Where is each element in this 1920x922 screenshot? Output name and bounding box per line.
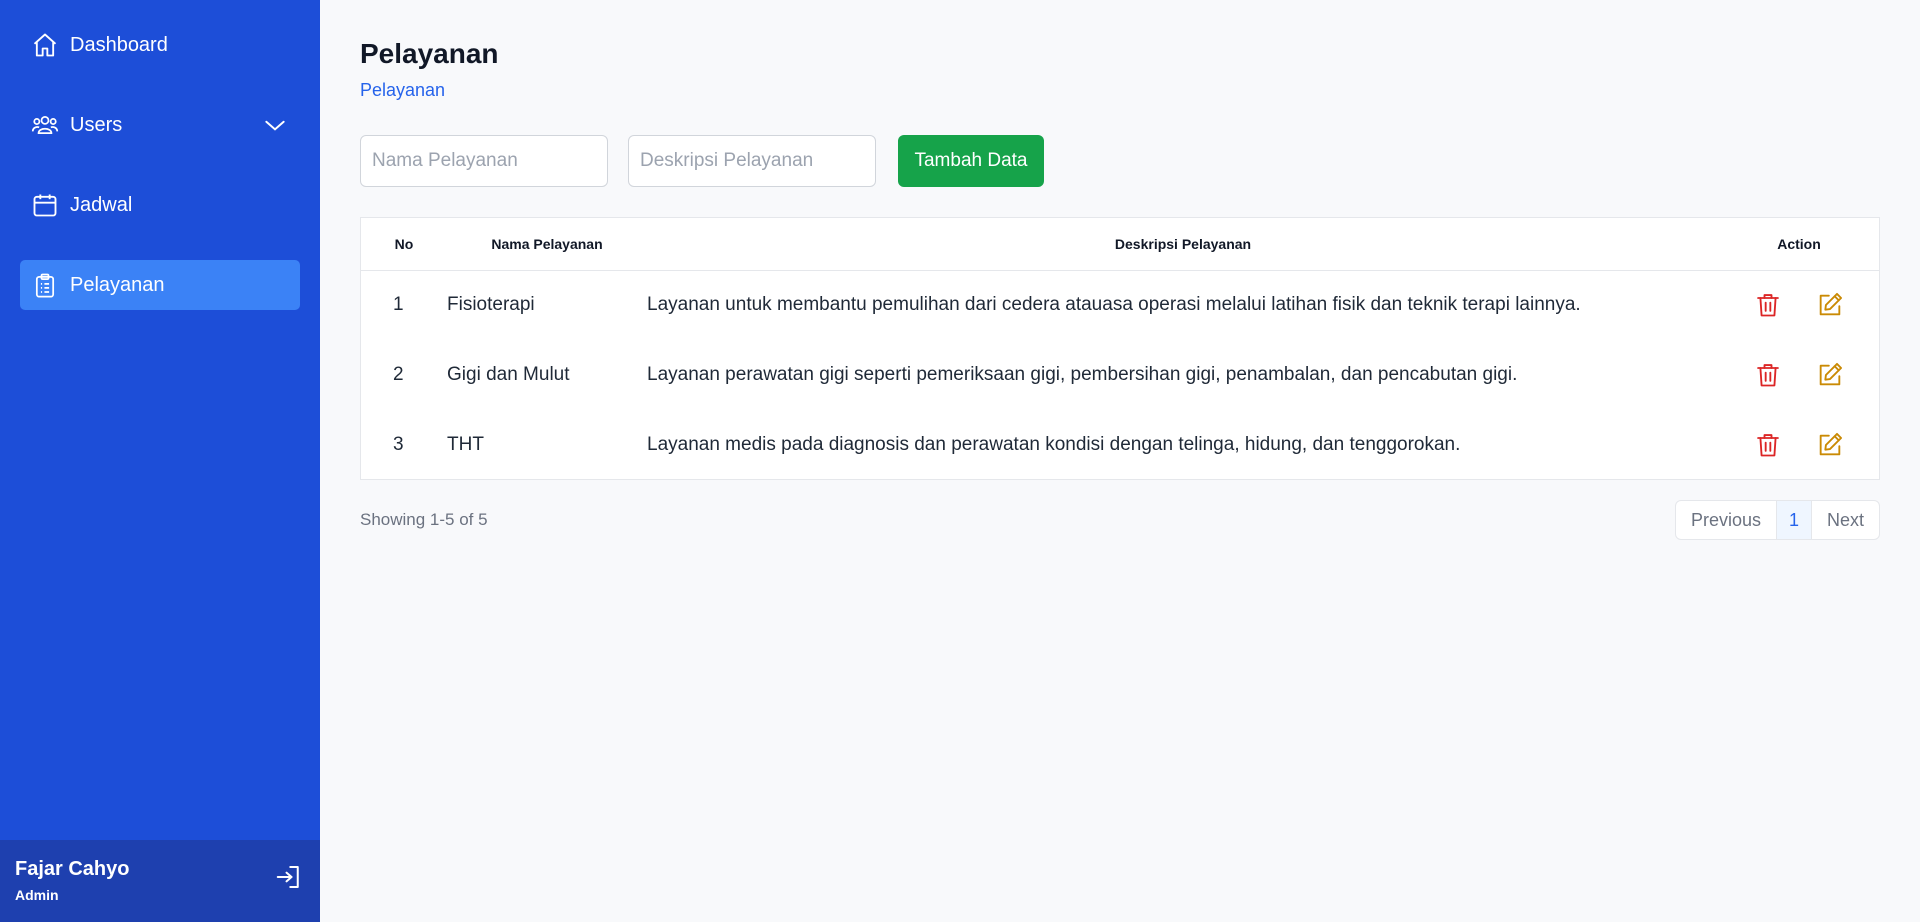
chevron-down-icon[interactable] — [262, 112, 288, 138]
next-button[interactable]: Next — [1812, 501, 1879, 539]
clipboard-icon — [30, 270, 60, 300]
cell-nama: Gigi dan Mulut — [447, 364, 570, 385]
sidebar-item-jadwal[interactable]: Jadwal — [20, 180, 300, 230]
page-1-button[interactable]: 1 — [1776, 501, 1812, 539]
deskripsi-pelayanan-input[interactable] — [628, 135, 876, 187]
header-no: No — [394, 235, 414, 252]
cell-action — [1719, 270, 1879, 340]
sidebar-item-dashboard[interactable]: Dashboard — [20, 20, 300, 70]
header-nama: Nama Pelayanan — [491, 235, 603, 252]
cell-action — [1719, 340, 1879, 410]
home-icon — [30, 30, 60, 60]
sidebar-item-label: Pelayanan — [70, 273, 165, 296]
header-action: Action — [1777, 235, 1821, 252]
table-row: 1 Fisioterapi Layanan untuk membantu pem… — [361, 270, 1879, 340]
pelayanan-table: No Nama Pelayanan Deskripsi Pelayanan Ac… — [360, 217, 1880, 480]
edit-icon[interactable] — [1816, 431, 1844, 459]
table-row: 2 Gigi dan Mulut Layanan perawatan gigi … — [361, 340, 1879, 410]
cell-no: 2 — [393, 364, 404, 385]
trash-icon[interactable] — [1754, 361, 1782, 389]
user-name: Fajar Cahyo — [15, 858, 130, 880]
breadcrumb[interactable]: Pelayanan — [360, 80, 445, 101]
calendar-icon — [30, 190, 60, 220]
sidebar-item-pelayanan[interactable]: Pelayanan — [20, 260, 300, 310]
sidebar-item-label: Dashboard — [70, 33, 168, 56]
previous-button[interactable]: Previous — [1676, 501, 1777, 539]
sidebar-item-label: Jadwal — [70, 193, 133, 216]
cell-deskripsi: Layanan perawatan gigi seperti pemeriksa… — [647, 364, 1518, 385]
sidebar: Dashboard Users Jadwal Pelayanan Fajar C… — [0, 0, 320, 922]
cell-deskripsi: Layanan untuk membantu pemulihan dari ce… — [647, 294, 1581, 316]
user-profile: Fajar Cahyo Admin — [0, 840, 320, 922]
trash-icon[interactable] — [1754, 431, 1782, 459]
table-row: 3 THT Layanan medis pada diagnosis dan p… — [361, 410, 1879, 480]
sidebar-nav: Dashboard Users Jadwal Pelayanan — [0, 0, 320, 310]
user-role: Admin — [15, 887, 59, 903]
table-header-row: No Nama Pelayanan Deskripsi Pelayanan Ac… — [361, 218, 1879, 270]
tambah-data-button[interactable]: Tambah Data — [898, 135, 1044, 187]
nama-pelayanan-input[interactable] — [360, 135, 608, 187]
cell-deskripsi: Layanan medis pada diagnosis dan perawat… — [647, 434, 1461, 455]
cell-no: 3 — [393, 434, 404, 455]
cell-nama: Fisioterapi — [447, 294, 535, 316]
cell-no: 1 — [393, 294, 404, 316]
edit-icon[interactable] — [1816, 291, 1844, 319]
cell-action — [1719, 410, 1879, 480]
showing-count: Showing 1-5 of 5 — [360, 510, 488, 529]
logout-icon[interactable] — [274, 862, 304, 892]
sidebar-item-label: Users — [70, 113, 123, 136]
page-title: Pelayanan — [360, 38, 499, 69]
edit-icon[interactable] — [1816, 361, 1844, 389]
pagination: Previous 1 Next — [1674, 500, 1880, 540]
add-form: Tambah Data — [360, 135, 1044, 187]
trash-icon[interactable] — [1754, 291, 1782, 319]
sidebar-item-users[interactable]: Users — [20, 100, 300, 150]
header-deskripsi: Deskripsi Pelayanan — [1114, 235, 1252, 252]
users-icon — [30, 110, 60, 140]
cell-nama: THT — [447, 434, 484, 455]
